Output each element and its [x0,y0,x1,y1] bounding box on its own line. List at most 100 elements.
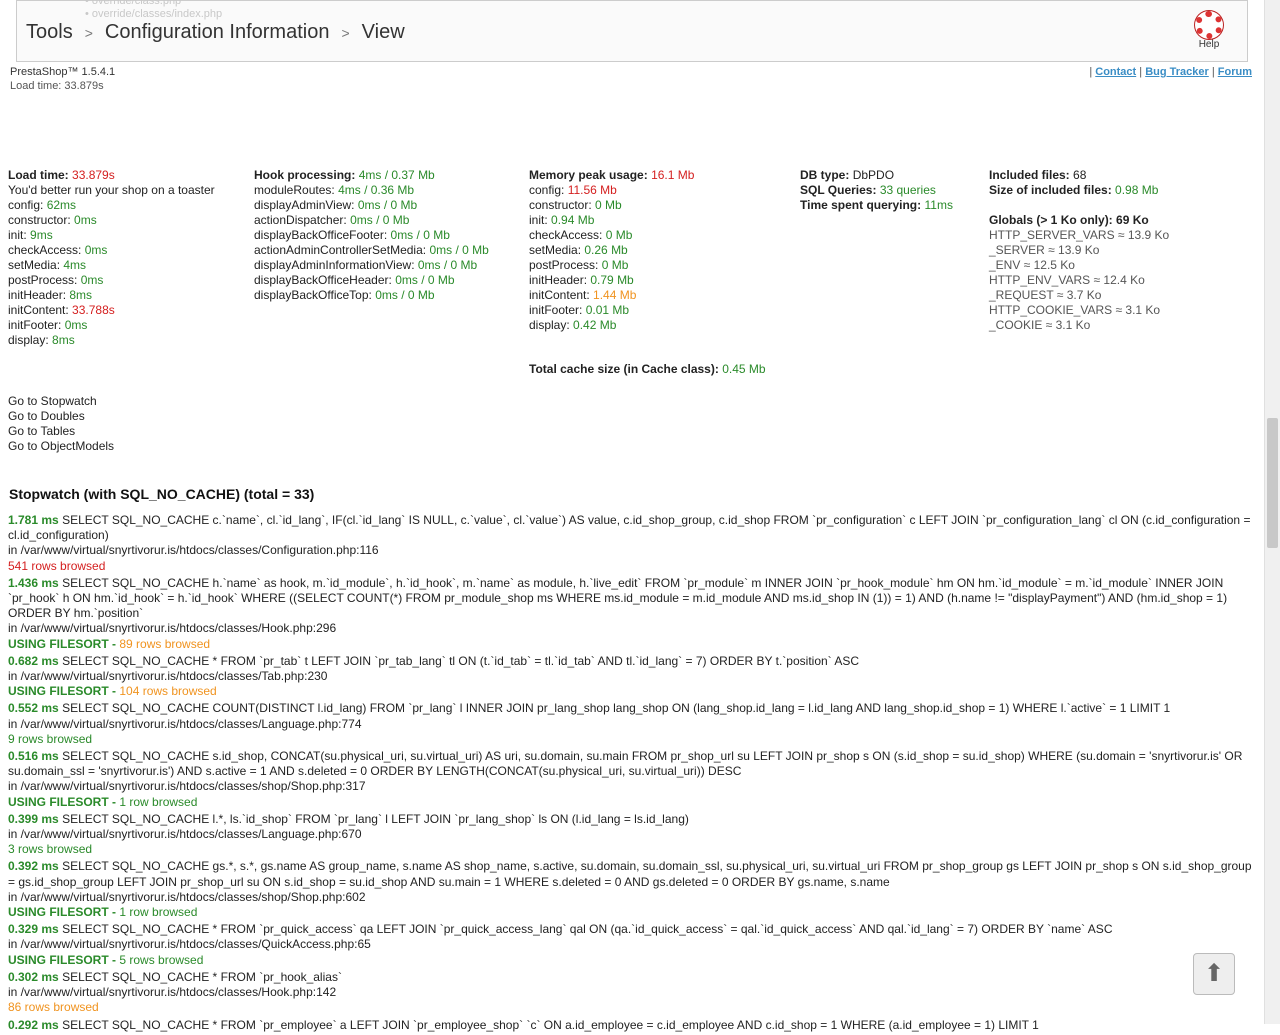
rows-browsed: 86 rows browsed [8,1000,99,1015]
timing-row-value: 8ms [69,288,93,302]
query-sql: SELECT SQL_NO_CACHE c.`name`, cl.`id_lan… [8,513,1251,543]
query-rows: 541 rows browsed [8,559,1258,574]
query-sql: SELECT SQL_NO_CACHE COUNT(DISTINCT l.id_… [62,701,1171,716]
query-time: 0.392 ms [8,859,59,874]
forum-link[interactable]: Forum [1218,66,1252,78]
hook-row-value: 0ms / 0 Mb [395,273,455,287]
sql-queries-row: SQL Queries: 33 queries [800,183,936,197]
query-time: 1.436 ms [8,575,59,590]
memory-row-label: initHeader: [529,273,588,287]
timing-row: constructor: 0ms [8,213,215,228]
query-line: 1.436 ms SELECT SQL_NO_CACHE h.`name` as… [8,576,1258,622]
query-entry: 0.329 ms SELECT SQL_NO_CACHE * FROM `pr_… [8,922,1258,968]
query-file: in /var/www/virtual/snyrtivorur.is/htdoc… [8,827,362,842]
query-entry: 0.516 ms SELECT SQL_NO_CACHE s.id_shop, … [8,749,1258,810]
query-rows: 86 rows browsed [8,1000,1258,1015]
globals-label: Globals (> 1 Ko only): 69 Ko [989,213,1149,227]
memory-row-value: 1.44 Mb [593,288,637,302]
timing-row-value: 0ms [74,213,97,227]
memory-row-label: constructor: [529,198,592,212]
timing-row-label: initContent: [8,303,69,317]
memory-row: checkAccess: 0 Mb [529,228,766,243]
load-time-column: Load time: 33.879s You'd better run your… [8,168,215,348]
memory-row-label: checkAccess: [529,228,603,242]
memory-row-value: 11.56 Mb [567,183,617,197]
rows-browsed: 3 rows browsed [8,842,93,857]
timing-row-value: 33.788s [72,303,115,317]
memory-row-value: 0.79 Mb [590,273,634,287]
query-line: 0.302 ms SELECT SQL_NO_CACHE * FROM `pr_… [8,970,1258,985]
hook-row-label: displayAdminInformationView: [254,258,415,272]
filesort-label: USING FILESORT - [8,952,120,967]
query-time: 0.292 ms [8,1017,59,1032]
timing-row-label: display: [8,333,49,347]
timing-row-label: init: [8,228,27,242]
rows-browsed: 89 rows browsed [119,636,211,651]
chevron-right-icon: > [84,24,93,41]
hook-row-label: actionDispatcher: [254,213,347,227]
goto-tables-link[interactable]: Go to Tables [8,424,114,439]
breadcrumb-config-info[interactable]: Configuration Information [105,21,330,44]
timing-row: display: 8ms [8,333,215,348]
contact-link[interactable]: Contact [1095,66,1136,78]
memory-row-value: 0 Mb [605,228,633,242]
scrollbar[interactable] [1264,0,1280,1024]
goto-objectmodels-link[interactable]: Go to ObjectModels [8,439,114,454]
bug-tracker-link[interactable]: Bug Tracker [1145,66,1209,78]
cache-size-row: Total cache size (in Cache class): 0.45 … [529,362,766,376]
rows-browsed: 1 row browsed [119,905,198,920]
ghost-line: • override/classes/index.php [85,8,223,20]
query-entry: 1.436 ms SELECT SQL_NO_CACHE h.`name` as… [8,576,1258,652]
hook-row-value: 0ms / 0 Mb [417,258,478,272]
scroll-to-top-button[interactable]: ⬆ [1193,953,1235,995]
timing-row-value: 8ms [52,333,75,347]
rows-browsed: 5 rows browsed [119,952,204,967]
query-rows: 9 rows browsed [8,732,1258,747]
filesort-label: USING FILESORT - [8,794,120,809]
memory-column: Memory peak usage: 16.1 Mb config: 11.56… [529,168,766,377]
goto-stopwatch-link[interactable]: Go to Stopwatch [8,394,114,409]
scrollbar-thumb[interactable] [1267,418,1278,548]
breadcrumb-view: View [361,21,405,43]
memory-peak-row: Memory peak usage: 16.1 Mb [529,168,695,182]
query-entry: 1.781 ms SELECT SQL_NO_CACHE c.`name`, c… [8,513,1258,574]
query-line: 0.292 ms SELECT SQL_NO_CACHE * FROM `pr_… [8,1018,1258,1033]
query-line: 1.781 ms SELECT SQL_NO_CACHE c.`name`, c… [8,513,1258,543]
timing-row: config: 62ms [8,198,215,213]
query-entry: 0.292 ms SELECT SQL_NO_CACHE * FROM `pr_… [8,1018,1258,1033]
query-time: 0.329 ms [8,922,59,937]
query-list: 1.781 ms SELECT SQL_NO_CACHE c.`name`, c… [8,513,1258,1035]
global-row: _COOKIE ≈ 3.1 Ko [989,318,1091,332]
help-label: Help [1198,39,1220,50]
hook-row-label: displayBackOfficeHeader: [254,273,392,287]
hook-processing-row: Hook processing: 4ms / 0.37 Mb [254,168,435,182]
rows-browsed: 1 row browsed [119,794,198,809]
memory-row: constructor: 0 Mb [529,198,766,213]
memory-row-label: config: [529,183,565,197]
query-file: in /var/www/virtual/snyrtivorur.is/htdoc… [8,889,366,904]
timing-row-value: 62ms [46,198,77,212]
chevron-right-icon: > [341,24,350,41]
toaster-text: You'd better run your shop on a toaster [8,183,215,197]
breadcrumb-tools[interactable]: Tools [26,21,73,44]
goto-doubles-link[interactable]: Go to Doubles [8,409,114,424]
hook-row-label: displayBackOfficeTop: [254,288,372,302]
breadcrumb: Tools > Configuration Information > View [26,21,405,44]
section-nav: Go to Stopwatch Go to Doubles Go to Tabl… [8,394,114,454]
ghost-line: • override/class.php [85,0,182,7]
timing-row: postProcess: 0ms [8,273,215,288]
query-sql: SELECT SQL_NO_CACHE h.`name` as hook, m.… [8,575,1228,621]
query-file: in /var/www/virtual/snyrtivorur.is/htdoc… [8,669,328,684]
timing-row-label: constructor: [8,213,71,227]
query-line: 0.329 ms SELECT SQL_NO_CACHE * FROM `pr_… [8,922,1258,937]
help-button[interactable]: Help [1191,11,1227,50]
memory-row-label: initFooter: [529,303,583,317]
query-rows: USING FILESORT - 104 rows browsed [8,684,1258,699]
query-entry: 0.552 ms SELECT SQL_NO_CACHE COUNT(DISTI… [8,701,1258,747]
memory-row-label: init: [529,213,548,227]
query-time: 1.781 ms [8,513,59,527]
time-querying-row: Time spent querying: 11ms [800,198,953,212]
query-time: 0.399 ms [8,811,59,826]
ghost-list: • override/class.php • override/classes/… [67,0,222,21]
hook-row: displayAdminInformationView: 0ms / 0 Mb [254,258,489,273]
